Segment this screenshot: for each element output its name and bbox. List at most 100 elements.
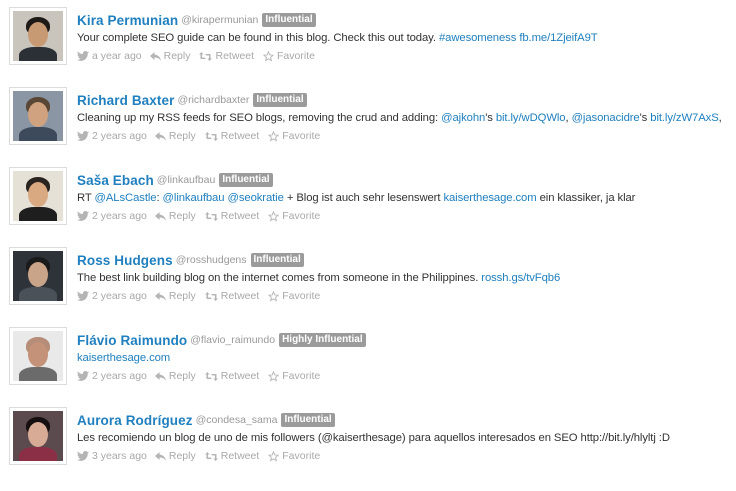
tweet-link[interactable]: @ajkohn <box>441 112 485 124</box>
user-handle[interactable]: @condesa_sama <box>196 414 278 426</box>
favorite-label: Favorite <box>282 130 321 142</box>
tweet-item: Flávio Raimundo @flavio_raimundo Highly … <box>0 320 736 400</box>
reply-button[interactable]: Reply <box>154 450 196 462</box>
reply-button[interactable]: Reply <box>154 290 196 302</box>
user-name[interactable]: Ross Hudgens <box>77 253 173 268</box>
tweet-timestamp[interactable]: 2 years ago <box>77 130 147 142</box>
reply-label: Reply <box>168 130 196 142</box>
tweet-item: Aurora Rodríguez @condesa_sama Influenti… <box>0 400 736 480</box>
tweet-link[interactable]: kaiserthesage.com <box>77 352 170 364</box>
user-name[interactable]: Kira Permunian <box>77 13 178 28</box>
avatar-face <box>28 22 48 47</box>
retweet-button[interactable]: Retweet <box>199 50 254 62</box>
avatar-shirt <box>19 447 57 461</box>
tweet-link[interactable]: rossh.gs/tvFqb6 <box>481 272 560 284</box>
tweet-link[interactable]: bit.ly/wDQWlo <box>496 112 566 124</box>
favorite-label: Favorite <box>277 50 315 62</box>
tweet-item: Saša Ebach @linkaufbau Influential RT @A… <box>0 160 736 240</box>
bird-icon <box>77 291 89 301</box>
tweet-content: Saša Ebach @linkaufbau Influential RT @A… <box>77 171 733 223</box>
tweet-link[interactable]: @linkaufbau <box>163 192 225 204</box>
user-name[interactable]: Aurora Rodríguez <box>77 413 193 428</box>
user-handle[interactable]: @richardbaxter <box>177 94 249 106</box>
tweet-link[interactable]: kaiserthesage.com <box>443 192 536 204</box>
avatar[interactable] <box>9 247 67 305</box>
reply-label: Reply <box>168 210 196 222</box>
retweet-button[interactable]: Retweet <box>204 210 260 222</box>
tweet-timestamp[interactable]: 2 years ago <box>77 290 147 302</box>
tweet-link[interactable]: @seokratie <box>227 192 283 204</box>
avatar[interactable] <box>9 7 67 65</box>
reply-button[interactable]: Reply <box>154 130 196 142</box>
bird-icon <box>77 371 89 381</box>
favorite-button[interactable]: Favorite <box>268 370 320 382</box>
tweet-timestamp[interactable]: 3 years ago <box>77 450 147 462</box>
influence-badge: Influential <box>219 173 273 187</box>
retweet-label: Retweet <box>215 50 255 62</box>
user-handle[interactable]: @kirapermunian <box>181 14 258 26</box>
bird-icon <box>77 211 89 221</box>
retweet-label: Retweet <box>220 370 260 382</box>
avatar-shirt <box>19 367 57 381</box>
tweet-link[interactable]: @ALsCastle <box>95 192 157 204</box>
influence-badge: Influential <box>250 253 304 267</box>
retweet-label: Retweet <box>220 130 260 142</box>
avatar[interactable] <box>9 327 67 385</box>
reply-icon <box>154 451 166 461</box>
star-icon <box>263 50 275 62</box>
favorite-button[interactable]: Favorite <box>268 210 320 222</box>
avatar-face <box>28 102 48 127</box>
reply-button[interactable]: Reply <box>154 370 196 382</box>
retweet-label: Retweet <box>220 210 260 222</box>
avatar[interactable] <box>9 407 67 465</box>
tweet-timestamp[interactable]: a year ago <box>77 50 142 62</box>
tweet-link[interactable]: #awesomeness <box>439 32 516 44</box>
tweet-link[interactable]: fb.me/1ZjeifA9T <box>519 32 597 44</box>
favorite-button[interactable]: Favorite <box>268 450 320 462</box>
retweet-button[interactable]: Retweet <box>204 450 260 462</box>
avatar-image <box>13 331 63 381</box>
user-handle[interactable]: @linkaufbau <box>157 174 216 186</box>
tweet-feed: Kira Permunian @kirapermunian Influentia… <box>0 0 736 491</box>
tweet-header: Flávio Raimundo @flavio_raimundo Highly … <box>77 331 733 349</box>
tweet-link[interactable]: @jasonacidre <box>572 112 640 124</box>
avatar-shirt <box>19 287 57 301</box>
user-handle[interactable]: @flavio_raimundo <box>190 334 275 346</box>
retweet-button[interactable]: Retweet <box>204 130 260 142</box>
tweet-content: Flávio Raimundo @flavio_raimundo Highly … <box>77 331 733 383</box>
retweet-button[interactable]: Retweet <box>204 370 260 382</box>
tweet-item: Kira Permunian @kirapermunian Influentia… <box>0 0 736 80</box>
tweet-content: Ross Hudgens @rosshudgens Influential Th… <box>77 251 733 303</box>
timestamp-label: 2 years ago <box>92 290 147 302</box>
tweet-timestamp[interactable]: 2 years ago <box>77 370 147 382</box>
reply-icon <box>154 291 166 301</box>
tweet-link[interactable]: bit.ly/zW7AxS <box>650 112 718 124</box>
user-name[interactable]: Richard Baxter <box>77 93 174 108</box>
reply-icon <box>154 131 166 141</box>
avatar[interactable] <box>9 87 67 145</box>
favorite-button[interactable]: Favorite <box>268 130 320 142</box>
tweet-text-segment: The best link building blog on the inter… <box>77 272 482 284</box>
tweet-header: Ross Hudgens @rosshudgens Influential <box>77 251 733 269</box>
user-name[interactable]: Saša Ebach <box>77 173 154 188</box>
retweet-label: Retweet <box>220 450 260 462</box>
avatar-shirt <box>19 127 57 141</box>
retweet-button[interactable]: Retweet <box>204 290 259 302</box>
star-icon <box>268 450 280 462</box>
tweet-timestamp[interactable]: 2 years ago <box>77 210 147 222</box>
favorite-button[interactable]: Favorite <box>263 50 315 62</box>
tweet-text-segment: Cleaning up my RSS feeds for SEO blogs, … <box>77 112 442 124</box>
tweet-text-segment: Your complete SEO guide can be found in … <box>77 32 439 44</box>
reply-button[interactable]: Reply <box>154 210 196 222</box>
avatar[interactable] <box>9 167 67 225</box>
user-name[interactable]: Flávio Raimundo <box>77 333 187 348</box>
avatar-face <box>28 182 48 207</box>
user-handle[interactable]: @rosshudgens <box>176 254 247 266</box>
avatar-face <box>28 342 48 367</box>
reply-label: Reply <box>168 290 196 302</box>
reply-button[interactable]: Reply <box>149 50 190 62</box>
favorite-button[interactable]: Favorite <box>268 290 320 302</box>
reply-icon <box>149 51 161 61</box>
timestamp-label: 2 years ago <box>92 370 147 382</box>
avatar-shirt <box>19 47 57 61</box>
